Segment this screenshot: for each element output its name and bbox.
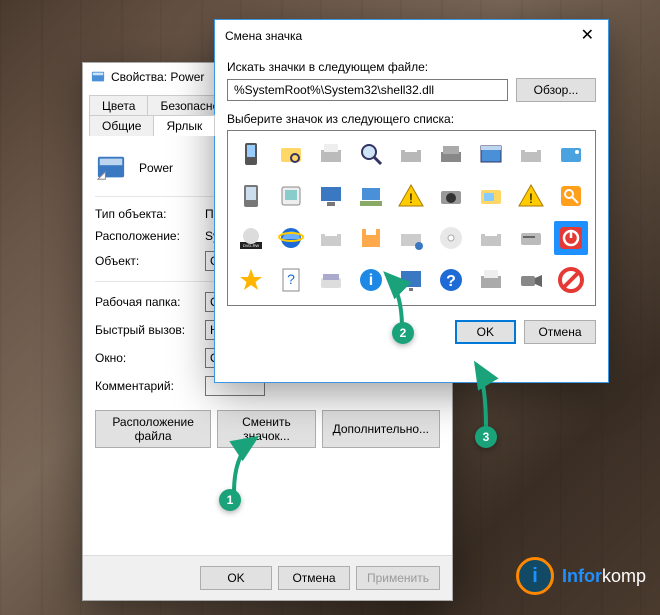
hotkey-label: Быстрый вызов: [95, 323, 205, 337]
ie-icon[interactable] [274, 221, 308, 255]
scanner-icon[interactable] [314, 263, 348, 297]
printer2-icon[interactable] [394, 137, 428, 171]
fax2-icon[interactable] [474, 263, 508, 297]
search-folder-icon[interactable] [274, 137, 308, 171]
server-icon[interactable] [594, 137, 596, 171]
svg-text:!: ! [529, 190, 533, 206]
warning2-icon[interactable]: ! [514, 179, 548, 213]
folder-pics-icon[interactable] [474, 179, 508, 213]
screen-icon[interactable] [394, 263, 428, 297]
apply-button[interactable]: Применить [356, 566, 440, 590]
annotation-badge-2: 2 [392, 322, 414, 344]
icon-list[interactable]: DVD-RW? i!?!! [227, 130, 596, 306]
tab-general[interactable]: Общие [89, 115, 154, 136]
tablet-icon[interactable] [274, 179, 308, 213]
svg-text:DVD-RW: DVD-RW [243, 243, 260, 248]
annotation-badge-1: 1 [219, 489, 241, 511]
printer1-icon[interactable] [314, 221, 348, 255]
comment-label: Комментарий: [95, 379, 205, 393]
file-location-button[interactable]: Расположение файла [95, 410, 211, 448]
disc-icon[interactable] [434, 221, 468, 255]
key-icon[interactable] [554, 179, 588, 213]
info-icon[interactable]: i [354, 263, 388, 297]
pda-icon[interactable] [234, 179, 268, 213]
close-icon[interactable]: ✕ [577, 28, 598, 44]
pc-display-icon[interactable] [314, 179, 348, 213]
shortcut-icon [91, 70, 105, 84]
browse-button[interactable]: Обзор... [516, 78, 596, 102]
watermark-icon: i [516, 557, 554, 595]
workdir-label: Рабочая папка: [95, 295, 205, 309]
cancel-button[interactable]: Отмена [278, 566, 350, 590]
power-icon[interactable] [554, 221, 588, 255]
list-label: Выберите значок из следующего списка: [227, 112, 596, 126]
svg-text:?: ? [446, 273, 456, 290]
warning3-icon[interactable]: ! [594, 263, 596, 297]
location-label: Расположение: [95, 229, 205, 243]
floppy-box-icon[interactable] [354, 221, 388, 255]
ok-button[interactable]: OK [200, 566, 272, 590]
no-entry-icon[interactable] [554, 263, 588, 297]
change-icon-button[interactable]: Сменить значок... [217, 410, 315, 448]
cancel-button[interactable]: Отмена [524, 320, 596, 344]
camera-stack-icon[interactable] [434, 137, 468, 171]
fax1-icon[interactable] [314, 137, 348, 171]
svg-text:?: ? [287, 271, 295, 287]
watermark-text: Inforkomp [562, 566, 646, 587]
tab-colors[interactable]: Цвета [89, 95, 148, 116]
documents-icon[interactable] [594, 221, 596, 255]
magnifier-icon[interactable] [354, 137, 388, 171]
printer3-icon[interactable] [474, 221, 508, 255]
star-icon[interactable] [234, 263, 268, 297]
svg-text:!: ! [409, 190, 413, 206]
help-icon[interactable]: ? [434, 263, 468, 297]
properties-bottom-bar: OK Отмена Применить [83, 555, 452, 600]
window-icon[interactable] [474, 137, 508, 171]
properties-title: Свойства: Power [111, 70, 204, 84]
help-doc-icon[interactable]: ? [274, 263, 308, 297]
camera-icon[interactable] [434, 179, 468, 213]
phone-icon[interactable] [234, 137, 268, 171]
shortcut-large-icon [95, 152, 127, 184]
tab-shortcut[interactable]: Ярлык [153, 115, 215, 136]
ok-button[interactable]: OK [455, 320, 516, 344]
change-icon-title: Смена значка [225, 29, 302, 43]
icon-path-input[interactable] [227, 79, 508, 101]
monitor-desk-icon[interactable] [354, 179, 388, 213]
watermark: i Inforkomp [516, 557, 646, 595]
search-label: Искать значки в следующем файле: [227, 60, 596, 74]
dvd-rw-icon[interactable]: DVD-RW [234, 221, 268, 255]
drive-icon[interactable] [514, 221, 548, 255]
printer5-icon[interactable] [594, 179, 596, 213]
change-icon-titlebar[interactable]: Смена значка ✕ [215, 20, 608, 52]
key-card-icon[interactable] [554, 137, 588, 171]
printer-net-icon[interactable] [394, 221, 428, 255]
window-label: Окно: [95, 351, 205, 365]
advanced-button[interactable]: Дополнительно... [322, 410, 440, 448]
warning1-icon[interactable]: ! [394, 179, 428, 213]
printer4-icon[interactable] [514, 137, 548, 171]
object-label: Объект: [95, 254, 205, 268]
camcorder-icon[interactable] [514, 263, 548, 297]
annotation-badge-3: 3 [475, 426, 497, 448]
svg-text:i: i [369, 272, 373, 289]
type-label: Тип объекта: [95, 207, 205, 221]
